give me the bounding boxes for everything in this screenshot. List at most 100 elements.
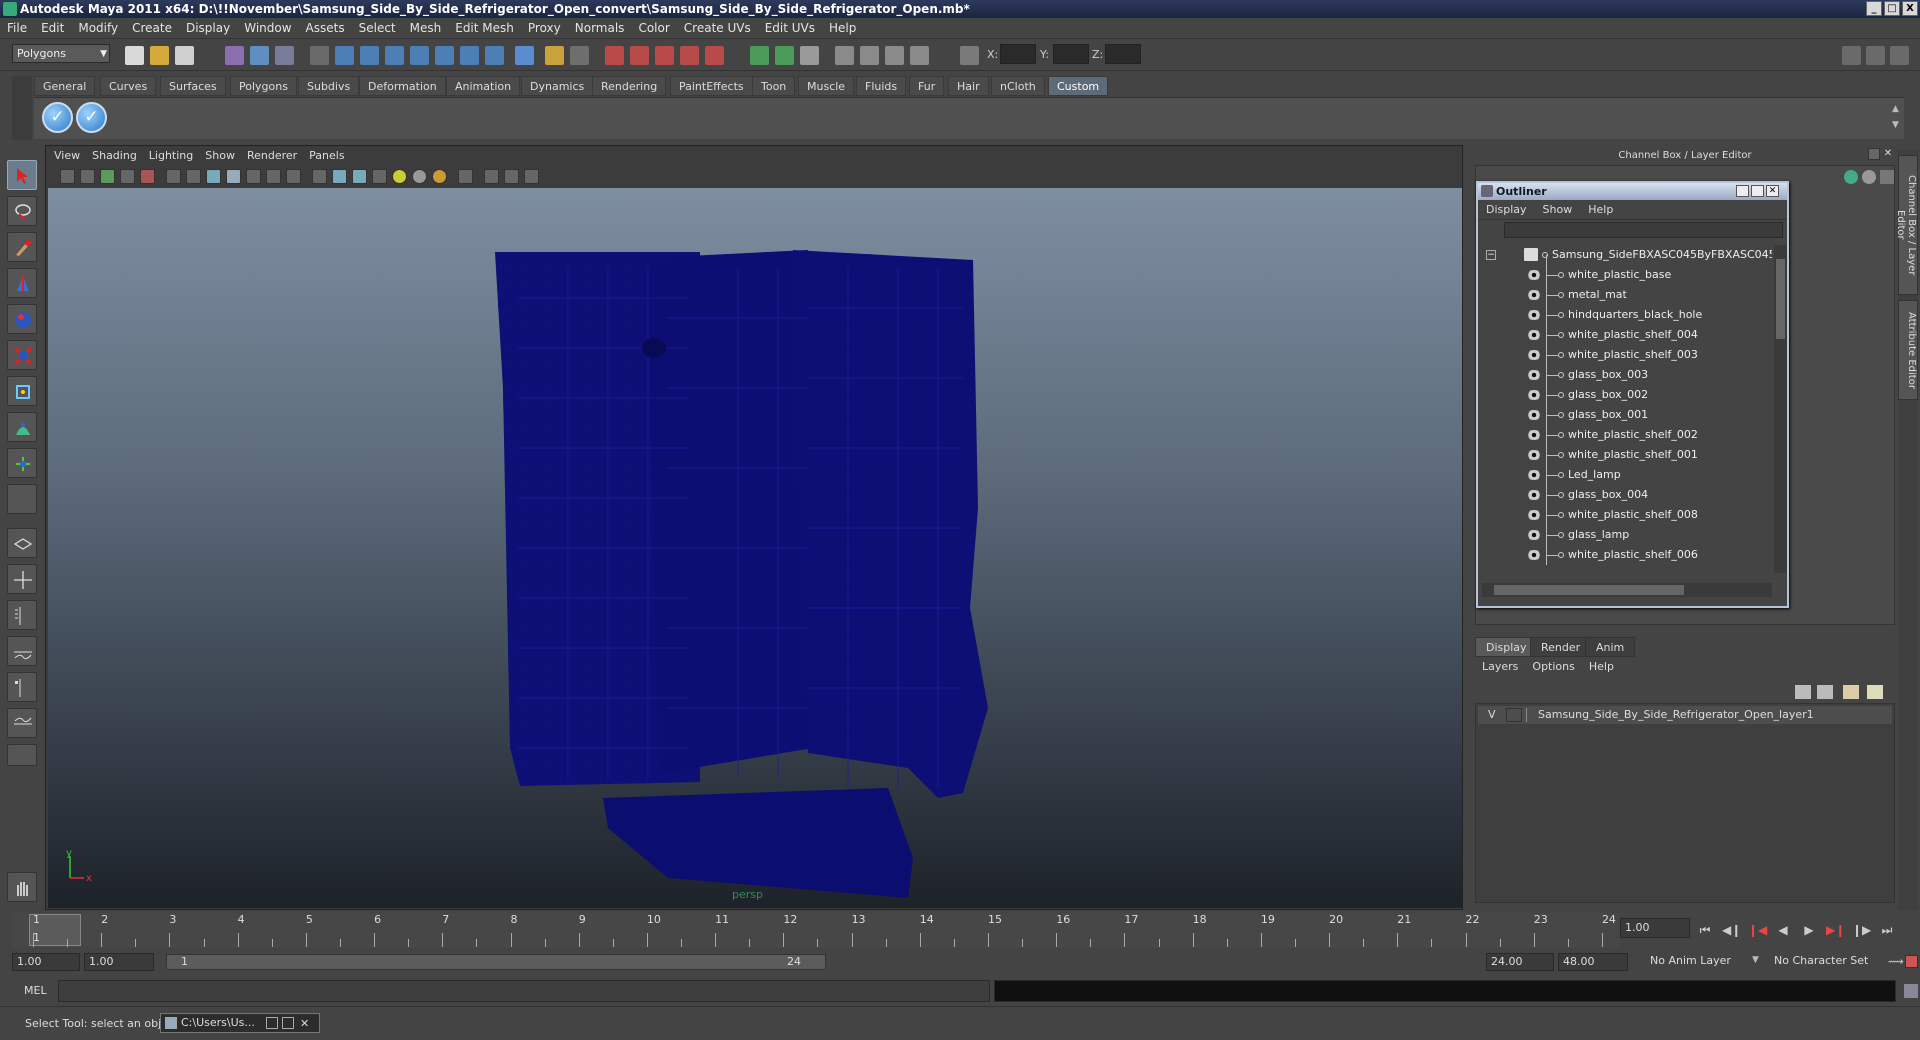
anim-layer-dropdown[interactable]: No Anim Layer — [1646, 953, 1760, 971]
custom-shelf-check-icon-2[interactable]: ✓ — [76, 102, 107, 133]
toolbox-options[interactable] — [7, 744, 37, 766]
move-tool[interactable] — [7, 268, 37, 298]
paint-select-tool[interactable] — [7, 232, 37, 262]
select-component-icon[interactable] — [275, 46, 294, 65]
outliner-horizontal-scrollbar[interactable] — [1482, 583, 1772, 597]
two-d-pan-zoom-icon[interactable] — [140, 169, 155, 184]
lock-selection-icon[interactable] — [310, 46, 329, 65]
outliner-filter-field[interactable] — [1504, 222, 1783, 238]
channel-box-icon-2[interactable] — [1862, 170, 1876, 184]
shelf-scroll-up-icon[interactable]: ▲ — [1892, 104, 1902, 114]
auto-key-icon[interactable]: ⟿ — [1888, 955, 1904, 969]
outliner-item[interactable]: hindquarters_black_hole — [1480, 295, 1772, 325]
minimize-button[interactable]: _ — [1866, 1, 1882, 16]
menu-display[interactable]: Display — [179, 18, 237, 38]
tab-channel-box-layer-editor[interactable]: Channel Box / Layer Editor — [1895, 155, 1918, 295]
tab-hair[interactable]: Hair — [948, 76, 989, 96]
taskbar-minimize-icon[interactable] — [266, 1017, 278, 1029]
tab-subdivs[interactable]: Subdivs — [298, 76, 360, 96]
help-icon[interactable] — [515, 46, 534, 65]
layer-menu-options[interactable]: Options — [1525, 657, 1581, 677]
outliner-item[interactable]: Led_lamp — [1480, 455, 1772, 485]
outliner-item[interactable]: white_plastic_shelf_008 — [1480, 495, 1772, 525]
resolution-gate-icon[interactable] — [206, 169, 221, 184]
range-slider[interactable]: 1 24 — [166, 954, 826, 970]
viewport-menu-shading[interactable]: Shading — [86, 147, 143, 165]
snap-curve-icon[interactable] — [360, 46, 379, 65]
move-layer-up-icon[interactable] — [1795, 685, 1811, 699]
channel-box-close-icon[interactable]: ✕ — [1882, 148, 1894, 160]
tab-custom[interactable]: Custom — [1048, 76, 1109, 96]
tab-attribute-editor[interactable]: Attribute Editor — [1898, 300, 1918, 400]
camera-attributes-icon[interactable] — [80, 169, 95, 184]
select-tool[interactable] — [7, 160, 37, 190]
select-camera-icon[interactable] — [60, 169, 75, 184]
tab-curves[interactable]: Curves — [100, 76, 157, 96]
outliner-menu-display[interactable]: Display — [1478, 200, 1535, 220]
outliner-root-item[interactable]: − Samsung_SideFBXASC045ByFBXASC045Side — [1480, 245, 1772, 265]
menu-create-uvs[interactable]: Create UVs — [677, 18, 758, 38]
tab-polygons[interactable]: Polygons — [230, 76, 297, 96]
last-used-tool[interactable] — [7, 484, 37, 514]
tab-layer-anim[interactable]: Anim — [1585, 637, 1636, 657]
layer-row[interactable]: V Samsung_Side_By_Side_Refrigerator_Open… — [1478, 706, 1892, 724]
new-layer-icon[interactable] — [1843, 685, 1859, 699]
layer-menu-layers[interactable]: Layers — [1475, 657, 1525, 677]
outliner-item[interactable]: glass_box_001 — [1480, 395, 1772, 425]
dope-sheet-icon[interactable] — [860, 46, 879, 65]
panel-layout-three-icon[interactable] — [800, 46, 819, 65]
component-editor-icon[interactable] — [910, 46, 929, 65]
tab-toon[interactable]: Toon — [752, 76, 796, 96]
menu-edit[interactable]: Edit — [34, 18, 71, 38]
wireframe-on-shaded-icon[interactable] — [352, 169, 367, 184]
viewport-menu-view[interactable]: View — [48, 147, 86, 165]
snap-surface-icon[interactable] — [435, 46, 454, 65]
outliner-menu-show[interactable]: Show — [1535, 200, 1581, 220]
film-gate-icon[interactable] — [186, 169, 201, 184]
layer-playback-toggle[interactable] — [1506, 708, 1522, 722]
tab-ncloth[interactable]: nCloth — [991, 76, 1045, 96]
outliner-close-button[interactable]: ✕ — [1766, 185, 1779, 197]
graph-editor-icon[interactable] — [835, 46, 854, 65]
hypershade-icon[interactable] — [680, 46, 699, 65]
tab-rendering[interactable]: Rendering — [592, 76, 667, 96]
smooth-shade-icon[interactable] — [332, 169, 347, 184]
layout-four-view[interactable] — [7, 564, 37, 594]
menu-window[interactable]: Window — [237, 18, 298, 38]
safe-action-icon[interactable] — [266, 169, 281, 184]
outliner-item[interactable]: white_plastic_base — [1480, 255, 1772, 285]
save-scene-icon[interactable] — [175, 46, 194, 65]
menu-normals[interactable]: Normals — [568, 18, 632, 38]
menu-create[interactable]: Create — [125, 18, 179, 38]
y-field[interactable] — [1053, 44, 1089, 64]
close-button[interactable]: X — [1902, 1, 1918, 16]
toggle-tool-settings-icon[interactable] — [1866, 46, 1885, 65]
outliner-vertical-scrollbar[interactable] — [1774, 245, 1787, 573]
step-forward-key-icon[interactable]: ▶❙ — [1826, 923, 1845, 937]
tab-deformation[interactable]: Deformation — [359, 76, 446, 96]
xray-joints-icon[interactable] — [504, 169, 519, 184]
outliner-item[interactable]: white_plastic_shelf_001 — [1480, 435, 1772, 465]
trax-editor-icon[interactable] — [885, 46, 904, 65]
tab-animation[interactable]: Animation — [446, 76, 521, 96]
outliner-item[interactable]: glass_lamp — [1480, 515, 1772, 545]
maximize-button[interactable]: □ — [1884, 1, 1900, 16]
soft-modification-tool[interactable] — [7, 412, 37, 442]
menu-help[interactable]: Help — [822, 18, 863, 38]
outliner-item[interactable]: white_plastic_shelf_004 — [1480, 315, 1772, 345]
grid-icon[interactable] — [166, 169, 181, 184]
tab-surfaces[interactable]: Surfaces — [160, 76, 226, 96]
outliner-item[interactable]: glass_box_003 — [1480, 355, 1772, 385]
toolbox-bottom-icon[interactable] — [7, 872, 37, 902]
xray-components-icon[interactable] — [524, 169, 539, 184]
outliner-item[interactable]: white_plastic_shelf_006 — [1480, 535, 1772, 565]
menu-set-dropdown[interactable]: Polygons ▼ — [12, 44, 110, 63]
gate-mask-icon[interactable] — [226, 169, 241, 184]
ipr-render-icon[interactable] — [630, 46, 649, 65]
tab-fur[interactable]: Fur — [909, 76, 945, 96]
collapse-icon[interactable]: − — [1486, 250, 1496, 260]
wireframe-icon[interactable] — [312, 169, 327, 184]
shadows-icon[interactable] — [432, 169, 447, 184]
snap-grid-icon[interactable] — [335, 46, 354, 65]
tab-layer-display[interactable]: Display — [1475, 637, 1538, 657]
